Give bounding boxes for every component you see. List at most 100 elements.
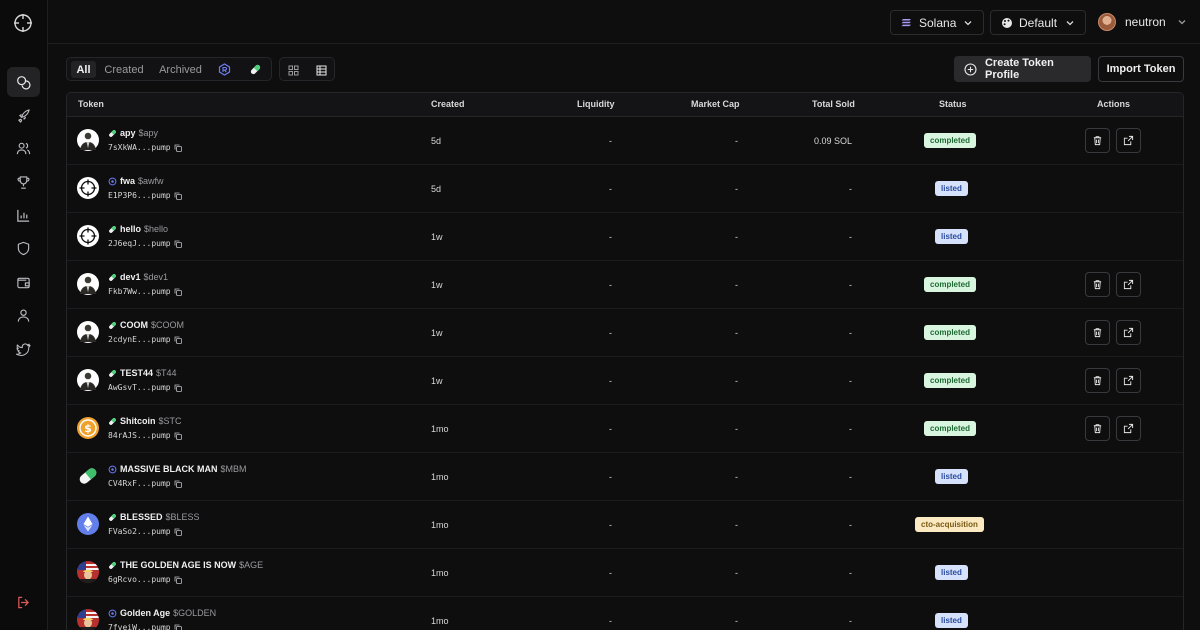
table-row[interactable]: COOM $COOM 2cdynE...pump 1w - - - completed bbox=[67, 309, 1183, 357]
table-row[interactable]: fwa $awfw E1P3P6...pump 5d - - - listed bbox=[67, 165, 1183, 213]
create-token-profile-button[interactable]: Create Token Profile bbox=[954, 56, 1091, 82]
total-sold-cell: - bbox=[849, 328, 852, 338]
import-token-button[interactable]: Import Token bbox=[1098, 56, 1184, 82]
open-external-button[interactable] bbox=[1116, 128, 1141, 153]
copy-icon[interactable] bbox=[174, 384, 182, 392]
sidebar-item-security[interactable] bbox=[7, 233, 40, 263]
open-external-button[interactable] bbox=[1116, 368, 1141, 393]
copy-icon[interactable] bbox=[174, 528, 182, 536]
created-cell: 1mo bbox=[431, 568, 449, 578]
status-badge: listed bbox=[935, 565, 968, 580]
token-pill-icon bbox=[77, 465, 99, 487]
token-address-line: 7fveiW...pump bbox=[108, 623, 182, 630]
delete-button[interactable] bbox=[1085, 368, 1110, 393]
copy-icon[interactable] bbox=[174, 288, 182, 296]
token-address: E1P3P6...pump bbox=[108, 191, 171, 200]
token-symbol: $AGE bbox=[239, 560, 264, 570]
table-row[interactable]: $ Shitcoin $STC 84rAJS...pump 1mo - - - complete… bbox=[67, 405, 1183, 453]
palette-icon bbox=[1002, 17, 1012, 28]
token-dollar-coin-icon: $ bbox=[77, 417, 99, 439]
created-cell: 1w bbox=[431, 376, 443, 386]
sidebar-item-launch[interactable] bbox=[7, 100, 40, 130]
sidebar-item-analytics[interactable] bbox=[7, 200, 40, 230]
total-sold-cell: - bbox=[849, 232, 852, 242]
sidebar-item-profile[interactable] bbox=[7, 300, 40, 330]
view-switch bbox=[279, 57, 335, 81]
token-name: hello bbox=[120, 224, 142, 234]
pump-pill-icon bbox=[108, 225, 117, 234]
liquidity-cell: - bbox=[609, 616, 612, 626]
status-badge: completed bbox=[924, 277, 977, 292]
chevron-down-icon bbox=[1178, 20, 1186, 25]
external-link-icon bbox=[1123, 375, 1134, 386]
copy-icon[interactable] bbox=[174, 144, 182, 152]
sidebar-item-users[interactable] bbox=[7, 133, 40, 163]
user-menu[interactable]: neutron bbox=[1098, 12, 1187, 32]
bar-chart-icon bbox=[17, 209, 30, 222]
network-dropdown[interactable]: Solana bbox=[890, 10, 984, 35]
tab-archived[interactable]: Archived bbox=[153, 61, 208, 78]
liquidity-cell: - bbox=[609, 568, 612, 578]
delete-button[interactable] bbox=[1085, 416, 1110, 441]
table-row[interactable]: TEST44 $T44 AwGsvT...pump 1w - - - completed bbox=[67, 357, 1183, 405]
token-flag-photo-icon bbox=[77, 609, 99, 630]
table-row[interactable]: dev1 $dev1 Fkb7Ww...pump 1w - - - completed bbox=[67, 261, 1183, 309]
liquidity-cell: - bbox=[609, 136, 612, 146]
column-created: Created bbox=[431, 99, 465, 109]
token-name: Golden Age bbox=[120, 608, 171, 618]
platform-circle-icon bbox=[108, 609, 117, 618]
table-view-button[interactable] bbox=[313, 62, 329, 78]
token-symbol: $MBM bbox=[220, 464, 247, 474]
table-row[interactable]: BLESSED $BLESS FVaSo2...pump 1mo - - - cto-acqu… bbox=[67, 501, 1183, 549]
token-name-line: THE GOLDEN AGE IS NOW $AGE bbox=[108, 560, 263, 570]
copy-icon[interactable] bbox=[174, 336, 182, 344]
table-row[interactable]: MASSIVE BLACK MAN $MBM CV4RxF...pump 1mo - - -… bbox=[67, 453, 1183, 501]
twitter-icon bbox=[16, 342, 31, 356]
grid-view-button[interactable] bbox=[285, 62, 301, 78]
logo-crosshair-icon[interactable] bbox=[13, 13, 33, 33]
status-badge: completed bbox=[924, 133, 977, 148]
tab-created[interactable]: Created bbox=[101, 61, 147, 78]
market-cap-cell: - bbox=[735, 184, 738, 194]
open-external-button[interactable] bbox=[1116, 320, 1141, 345]
table-row[interactable]: Golden Age $GOLDEN 7fveiW...pump 1mo - - - list… bbox=[67, 597, 1183, 630]
sidebar-item-twitter[interactable] bbox=[7, 334, 40, 364]
platform-circle-icon bbox=[108, 465, 117, 474]
filter-tabs: All Created Archived bbox=[66, 57, 272, 81]
copy-icon[interactable] bbox=[174, 624, 182, 630]
created-cell: 1mo bbox=[431, 472, 449, 482]
sidebar-item-trophy[interactable] bbox=[7, 167, 40, 197]
delete-button[interactable] bbox=[1085, 320, 1110, 345]
copy-icon[interactable] bbox=[174, 192, 182, 200]
sidebar-item-wallet[interactable] bbox=[7, 267, 40, 297]
token-address: 7sXkWA...pump bbox=[108, 143, 171, 152]
copy-icon[interactable] bbox=[174, 432, 182, 440]
copy-icon[interactable] bbox=[174, 240, 182, 248]
token-name-line: dev1 $dev1 bbox=[108, 272, 168, 282]
token-name-line: BLESSED $BLESS bbox=[108, 512, 200, 522]
pump-pill-icon bbox=[108, 513, 117, 522]
copy-icon[interactable] bbox=[174, 576, 182, 584]
sidebar-item-logout[interactable] bbox=[7, 587, 40, 617]
trash-icon bbox=[1093, 328, 1102, 338]
token-name-line: TEST44 $T44 bbox=[108, 368, 177, 378]
table-row[interactable]: apy $apy 7sXkWA...pump 5d - - 0.09 SOL complete… bbox=[67, 117, 1183, 165]
sidebar-item-tokens[interactable] bbox=[7, 67, 40, 97]
theme-label: Default bbox=[1019, 15, 1058, 30]
token-name-line: apy $apy bbox=[108, 128, 158, 138]
chevron-down-icon bbox=[1066, 21, 1074, 26]
tab-pump[interactable] bbox=[244, 61, 266, 78]
open-external-button[interactable] bbox=[1116, 416, 1141, 441]
delete-button[interactable] bbox=[1085, 128, 1110, 153]
table-row[interactable]: hello $hello 2J6eqJ...pump 1w - - - listed bbox=[67, 213, 1183, 261]
delete-button[interactable] bbox=[1085, 272, 1110, 297]
theme-dropdown[interactable]: Default bbox=[990, 10, 1086, 35]
token-name-line: Shitcoin $STC bbox=[108, 416, 182, 426]
token-name: THE GOLDEN AGE IS NOW bbox=[120, 560, 237, 570]
token-name: fwa bbox=[120, 176, 136, 186]
open-external-button[interactable] bbox=[1116, 272, 1141, 297]
table-row[interactable]: THE GOLDEN AGE IS NOW $AGE 6gRcvo...pump 1m… bbox=[67, 549, 1183, 597]
tab-raydium[interactable] bbox=[213, 61, 235, 78]
tab-all[interactable]: All bbox=[71, 61, 96, 78]
copy-icon[interactable] bbox=[174, 480, 182, 488]
